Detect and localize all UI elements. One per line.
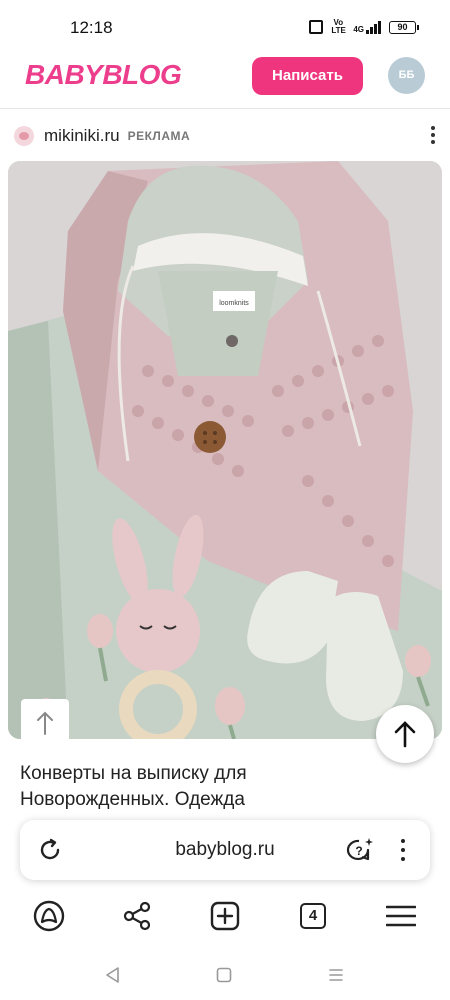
advertiser-favicon-icon	[14, 126, 34, 146]
battery-level: 90	[397, 21, 408, 32]
ad-header: mikiniki.ru РЕКЛАМА	[14, 121, 436, 151]
new-tab-button[interactable]	[209, 900, 241, 932]
alice-button[interactable]	[33, 900, 65, 932]
arrow-up-icon	[37, 711, 53, 735]
address-bar[interactable]: babyblog.ru ?	[20, 820, 430, 880]
ad-label: РЕКЛАМА	[127, 129, 191, 143]
battery-icon: 90	[389, 20, 419, 34]
assistant-icon[interactable]: ?	[346, 837, 374, 863]
scroll-to-top-button[interactable]	[376, 705, 434, 763]
tabs-icon: 4	[300, 903, 326, 929]
network-type: 4G	[353, 24, 364, 34]
recents-icon	[329, 969, 343, 981]
volte-indicator: Vo LTE	[331, 18, 346, 35]
alice-icon	[33, 900, 65, 932]
menu-icon	[386, 905, 416, 927]
reload-icon[interactable]	[38, 838, 62, 862]
ad-image[interactable]: loomknits	[8, 161, 442, 739]
home-icon	[216, 967, 232, 983]
knitted-baby-envelope-illustration: loomknits	[8, 161, 442, 739]
arrow-up-icon	[394, 721, 416, 748]
avatar[interactable]: ББ	[388, 57, 425, 94]
status-bar: 12:18 Vo LTE 4G 90	[0, 0, 450, 56]
nfc-icon	[309, 20, 324, 34]
ad-card[interactable]: mikiniki.ru РЕКЛАМА loomknits Конверты н…	[0, 108, 450, 810]
tabs-button[interactable]: 4	[297, 900, 329, 932]
share-icon	[123, 901, 151, 931]
scroll-up-small-button[interactable]	[21, 699, 69, 739]
recents-button[interactable]	[325, 964, 347, 986]
status-icons: Vo LTE 4G 90	[309, 18, 419, 35]
more-icon[interactable]	[400, 839, 406, 863]
write-button[interactable]: Написать	[252, 57, 363, 95]
ad-domain[interactable]: mikiniki.ru	[44, 126, 120, 146]
svg-text:?: ?	[355, 844, 362, 858]
status-time: 12:18	[70, 18, 113, 37]
back-icon	[106, 967, 119, 983]
ad-more-icon[interactable]	[430, 126, 436, 146]
signal-icon: 4G	[353, 20, 381, 34]
share-button[interactable]	[121, 900, 153, 932]
menu-button[interactable]	[385, 900, 417, 932]
android-navigation-bar	[0, 952, 450, 1000]
new-tab-icon	[210, 901, 240, 931]
babyblog-logo[interactable]: BABYBLOG	[25, 56, 182, 94]
home-button[interactable]	[213, 964, 235, 986]
ad-title[interactable]: Конверты на выписку для Новорожденных. О…	[20, 761, 400, 813]
site-header: BABYBLOG Написать ББ	[0, 56, 450, 108]
brand-label-text: loomknits	[219, 300, 249, 307]
back-button[interactable]	[101, 964, 123, 986]
wooden-button	[194, 421, 226, 453]
browser-toolbar: 4	[0, 890, 450, 942]
